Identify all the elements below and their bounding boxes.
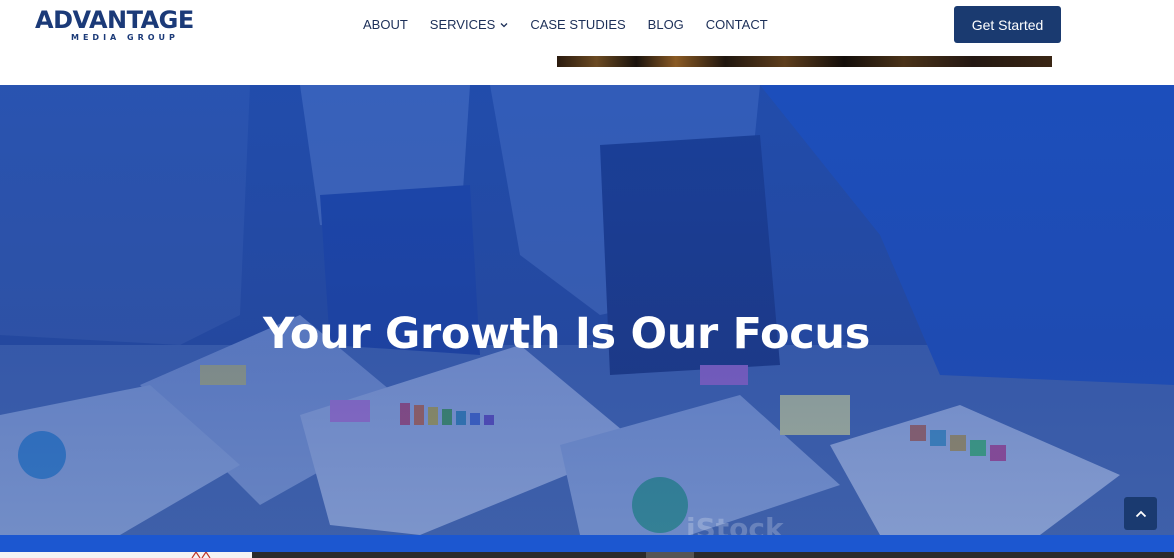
get-started-button[interactable]: Get Started xyxy=(954,6,1061,43)
scroll-to-top-button[interactable] xyxy=(1124,497,1157,530)
chevron-up-icon xyxy=(1135,510,1146,517)
section-divider-band xyxy=(0,535,1174,552)
site-header: ADVANTAGE MEDIA GROUP ABOUT SERVICES CAS… xyxy=(0,0,1174,85)
nav-item-label: SERVICES xyxy=(429,17,496,32)
nav-item-label: BLOG xyxy=(647,17,684,32)
video-preview-strip xyxy=(557,56,1052,67)
next-section-mid-panel xyxy=(646,552,694,558)
hero-section: Your Growth Is Our Focus iStock xyxy=(0,85,1174,535)
nav-item-blog[interactable]: BLOG xyxy=(648,15,684,35)
nav-item-contact[interactable]: CONTACT xyxy=(706,15,768,35)
nav-item-services[interactable]: SERVICES xyxy=(430,15,509,35)
nav-item-case-studies[interactable]: CASE STUDIES xyxy=(530,15,625,35)
logo-name: ADVANTAGE xyxy=(35,6,194,34)
main-nav: ABOUT SERVICES CASE STUDIES BLOG CONTACT xyxy=(363,15,768,35)
logo-tagline: MEDIA GROUP xyxy=(71,33,179,42)
next-section-preview xyxy=(0,552,1174,558)
logo[interactable]: ADVANTAGE MEDIA GROUP xyxy=(35,6,205,46)
nav-item-label: CONTACT xyxy=(705,17,768,32)
nav-item-label: ABOUT xyxy=(363,17,408,32)
hero-title: Your Growth Is Our Focus xyxy=(263,308,870,359)
next-section-marks xyxy=(191,552,211,558)
nav-item-label: CASE STUDIES xyxy=(530,17,626,32)
chevron-down-icon xyxy=(500,23,508,28)
stock-watermark: iStock xyxy=(686,512,784,535)
nav-item-about[interactable]: ABOUT xyxy=(363,15,408,35)
